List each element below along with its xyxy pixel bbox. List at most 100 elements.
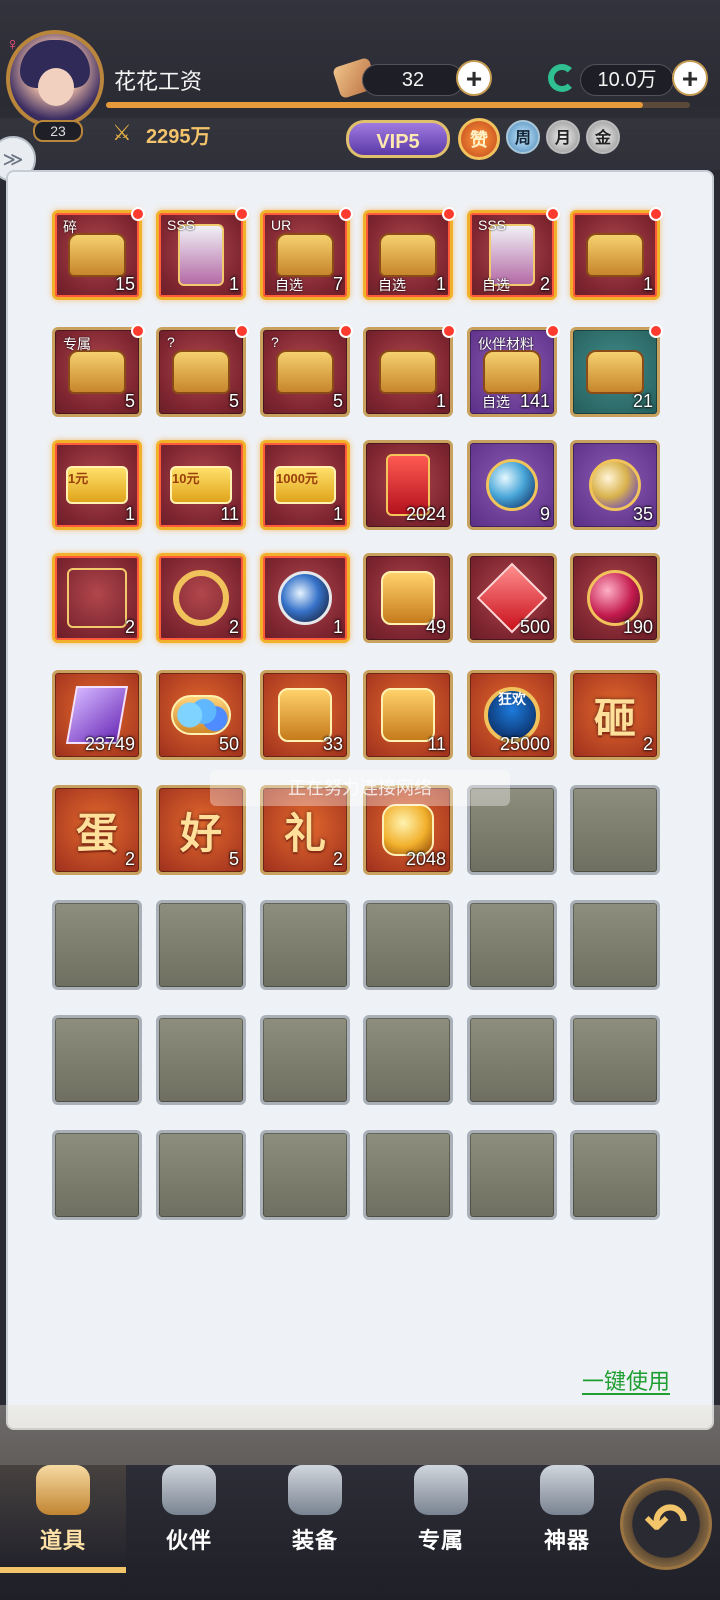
empty-slot[interactable] bbox=[363, 900, 453, 990]
inventory-item[interactable]: 11 bbox=[363, 670, 453, 760]
inventory-item[interactable]: 2 bbox=[52, 553, 142, 643]
empty-slot[interactable] bbox=[156, 900, 246, 990]
empty-slot[interactable] bbox=[363, 1130, 453, 1220]
ticket-count: 32 bbox=[362, 64, 464, 96]
empty-slot[interactable] bbox=[260, 1015, 350, 1105]
treasure-chest-icon bbox=[276, 350, 334, 394]
item-count: 5 bbox=[228, 391, 239, 411]
add-ticket-button[interactable]: + bbox=[456, 60, 492, 96]
empty-slot[interactable] bbox=[570, 1015, 660, 1105]
item-tag: UR bbox=[271, 217, 292, 233]
empty-slot[interactable] bbox=[260, 900, 350, 990]
character-token-icon: 好 bbox=[179, 808, 222, 858]
inventory-item[interactable]: ? 5 bbox=[156, 324, 249, 417]
bottom-tab[interactable]: 神器 bbox=[504, 1465, 630, 1565]
inventory-item[interactable]: 1元 1 bbox=[52, 440, 142, 530]
item-label: 自选 bbox=[482, 394, 510, 410]
inventory-item[interactable]: 狂欢 25000 bbox=[467, 670, 557, 760]
inventory-item[interactable]: 190 bbox=[570, 553, 660, 643]
inventory-item[interactable]: 1000元 1 bbox=[260, 440, 350, 530]
empty-slot[interactable] bbox=[467, 1130, 557, 1220]
empty-slot[interactable] bbox=[467, 1015, 557, 1105]
inventory-item[interactable]: 砸2 bbox=[570, 670, 660, 760]
character-token-icon: 蛋 bbox=[75, 808, 118, 858]
treasure-chest-icon bbox=[379, 233, 437, 277]
item-count: 21 bbox=[632, 391, 653, 411]
inventory-item[interactable]: 23749 bbox=[52, 670, 142, 760]
item-count: 23749 bbox=[84, 734, 135, 754]
back-button[interactable]: ↶ bbox=[620, 1478, 712, 1570]
empty-slot[interactable] bbox=[156, 1015, 246, 1105]
add-jade-button[interactable]: + bbox=[672, 60, 708, 96]
inventory-item[interactable]: 35 bbox=[570, 440, 660, 530]
one-key-use-link[interactable]: 一键使用 bbox=[582, 1364, 670, 1396]
item-label: 自选 bbox=[275, 277, 303, 293]
inventory-item[interactable]: 蛋2 bbox=[52, 785, 142, 875]
inventory-item[interactable]: ? 5 bbox=[260, 324, 353, 417]
item-count: 50 bbox=[218, 734, 239, 754]
inventory-item[interactable]: 21 bbox=[570, 324, 663, 417]
inventory-item[interactable]: 9 bbox=[467, 440, 557, 530]
inventory-item[interactable]: 自选 1 bbox=[363, 207, 456, 300]
inventory-item[interactable]: 1 bbox=[260, 553, 350, 643]
empty-slot[interactable] bbox=[156, 1130, 246, 1220]
inventory-item[interactable]: 50 bbox=[156, 670, 246, 760]
bottom-tab[interactable]: 装备 bbox=[252, 1465, 378, 1565]
inventory-item[interactable]: 49 bbox=[363, 553, 453, 643]
item-tag: SSS bbox=[478, 217, 507, 233]
empty-slot[interactable] bbox=[260, 1130, 350, 1220]
inventory-item[interactable]: 10元 11 bbox=[156, 440, 246, 530]
bottom-tab[interactable]: 专属 bbox=[378, 1465, 504, 1565]
new-item-dot bbox=[649, 207, 663, 221]
inventory-item[interactable]: UR 自选 7 bbox=[260, 207, 353, 300]
item-count: 5 bbox=[228, 849, 239, 869]
bottom-tab[interactable]: 道具 bbox=[0, 1465, 126, 1565]
inventory-item[interactable]: 1 bbox=[570, 207, 663, 300]
item-count: 1 bbox=[124, 504, 135, 524]
empty-slot[interactable] bbox=[52, 1015, 142, 1105]
inventory-item[interactable]: 专属 5 bbox=[52, 324, 145, 417]
item-tag: 伙伴材料 bbox=[478, 336, 534, 352]
empty-slot[interactable] bbox=[363, 1015, 453, 1105]
pearls-icon bbox=[171, 695, 231, 735]
character-token-icon: 礼 bbox=[283, 808, 326, 858]
ring-icon bbox=[173, 570, 229, 626]
treasure-chest-icon bbox=[586, 350, 644, 394]
treasure-chest-icon bbox=[68, 233, 126, 277]
inventory-item[interactable]: 伙伴材料 自选 141 bbox=[467, 324, 560, 417]
empty-slot[interactable] bbox=[467, 900, 557, 990]
inventory-item[interactable]: 33 bbox=[260, 670, 350, 760]
gold-card-badge[interactable]: 金 bbox=[586, 120, 620, 154]
item-count: 15 bbox=[114, 274, 135, 294]
inventory-item[interactable]: 2024 bbox=[363, 440, 453, 530]
item-count: 49 bbox=[425, 617, 446, 637]
inventory-item[interactable]: 500 bbox=[467, 553, 557, 643]
bottom-tab[interactable]: 伙伴 bbox=[126, 1465, 252, 1565]
item-count: 500 bbox=[519, 617, 550, 637]
empty-slot[interactable] bbox=[570, 785, 660, 875]
inventory-item[interactable]: SSS 1 bbox=[156, 207, 249, 300]
empty-slot[interactable] bbox=[52, 900, 142, 990]
player-level-badge: 23 bbox=[33, 120, 83, 142]
vip-badge[interactable]: VIP5 bbox=[346, 120, 450, 158]
treasure-chest-icon bbox=[68, 350, 126, 394]
inventory-item[interactable]: SSS 自选 2 bbox=[467, 207, 560, 300]
inventory-item[interactable]: 碎 15 bbox=[52, 207, 145, 300]
empty-slot[interactable] bbox=[52, 1130, 142, 1220]
avatar-face bbox=[38, 68, 74, 106]
item-count: 2048 bbox=[405, 849, 446, 869]
item-count: 2 bbox=[642, 734, 653, 754]
new-item-dot bbox=[235, 324, 249, 338]
inventory-item[interactable]: 2 bbox=[156, 553, 246, 643]
monthly-card-badge[interactable]: 月 bbox=[546, 120, 580, 154]
item-tag: 专属 bbox=[63, 336, 91, 352]
like-badge[interactable]: 赞 bbox=[458, 118, 500, 160]
weekly-card-badge[interactable]: 周 bbox=[506, 120, 540, 154]
item-count: 9 bbox=[539, 504, 550, 524]
player-avatar[interactable] bbox=[6, 30, 104, 128]
empty-slot[interactable] bbox=[570, 900, 660, 990]
item-count: 1 bbox=[332, 504, 343, 524]
empty-slot[interactable] bbox=[570, 1130, 660, 1220]
inventory-item[interactable]: 1 bbox=[363, 324, 456, 417]
item-count: 190 bbox=[622, 617, 653, 637]
